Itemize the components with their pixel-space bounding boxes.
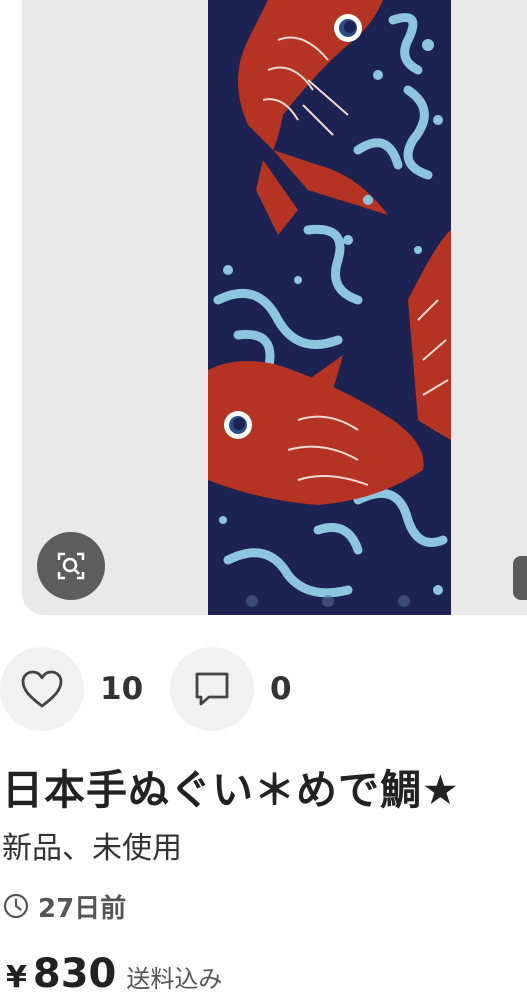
price: ¥ 830 送料込み — [6, 951, 222, 995]
zoom-icon — [57, 552, 85, 580]
item-condition: 新品、未使用 — [2, 831, 182, 866]
posted-time-text: 27日前 — [38, 893, 127, 924]
carousel-dot[interactable] — [246, 595, 258, 607]
posted-time: 27日前 — [2, 889, 127, 924]
next-image-handle[interactable] — [513, 556, 527, 600]
clock-icon — [3, 893, 29, 919]
item-detail-page: 10 0 日本手ぬぐい＊めで鯛★ 新品、未使用 27日前 ¥ 830 送料込み — [0, 0, 527, 995]
product-image[interactable] — [208, 0, 451, 615]
zoom-button[interactable] — [37, 532, 105, 600]
comment-count: 0 — [270, 671, 292, 707]
comment-button[interactable] — [170, 647, 254, 731]
carousel-indicators — [246, 595, 416, 607]
like-count: 10 — [100, 671, 144, 707]
comment-icon — [195, 672, 229, 706]
item-title: 日本手ぬぐい＊めで鯛★ — [2, 766, 460, 814]
like-button[interactable] — [0, 647, 84, 731]
image-carousel[interactable] — [22, 0, 527, 615]
carousel-dot[interactable] — [398, 595, 410, 607]
currency-symbol: ¥ — [6, 960, 27, 995]
heart-icon — [21, 670, 63, 708]
carousel-dot[interactable] — [322, 595, 334, 607]
shipping-note: 送料込み — [126, 965, 223, 993]
price-value: 830 — [32, 951, 117, 995]
